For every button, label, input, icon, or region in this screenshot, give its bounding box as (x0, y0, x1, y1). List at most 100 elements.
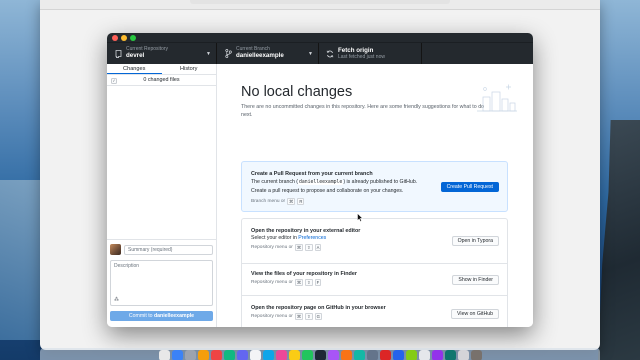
dock-app-icon[interactable] (236, 349, 248, 360)
pr-line1-pre: The current branch ( (251, 179, 298, 185)
dock-app-icon[interactable] (405, 349, 417, 360)
dock-app-icon[interactable] (418, 349, 430, 360)
commit-button[interactable]: Commit to danielleexample (110, 311, 213, 321)
dock-app-icon[interactable] (210, 349, 222, 360)
dock-app-icon[interactable] (340, 349, 352, 360)
current-repository-button[interactable]: Current Repository devrel ▼ (107, 43, 217, 64)
key-g: G (314, 313, 322, 320)
dock-trash-icon[interactable] (470, 349, 482, 360)
browser-address-bar[interactable] (190, 0, 450, 4)
editor-shortcut-label: Repository menu or (251, 244, 293, 250)
changed-files-header: ✓ 0 changed files (107, 75, 216, 86)
page-title: No local changes (241, 84, 353, 100)
dock-app-icon[interactable] (392, 349, 404, 360)
chevron-down-icon: ▼ (206, 51, 211, 57)
shift-key-icon: ⇧ (305, 279, 313, 286)
changed-files-count: 0 changed files (143, 77, 180, 83)
pr-line2: Create a pull request to propose and col… (251, 188, 404, 194)
app-toolbar: Current Repository devrel ▼ Current Bran… (107, 42, 533, 64)
dock-app-icon[interactable] (301, 349, 313, 360)
create-pull-request-card: Create a Pull Request from your current … (241, 161, 508, 212)
current-branch-button[interactable]: Current Branch danielleexample ▼ (217, 43, 319, 64)
pr-line1-post: ) is already published to GitHub. (343, 179, 418, 185)
avatar (110, 244, 121, 255)
branch-name: danielleexample (236, 52, 284, 60)
dock-app-icon[interactable] (197, 349, 209, 360)
dock-app-icon[interactable] (457, 349, 469, 360)
show-in-finder-button[interactable]: Show in Finder (452, 275, 499, 285)
editor-text: Select your editor in (251, 235, 299, 241)
open-in-typora-button[interactable]: Open in Typora (451, 236, 499, 246)
dock-app-icon[interactable] (379, 349, 391, 360)
fetch-status: Last fetched just now (338, 54, 385, 61)
dock-app-icon[interactable] (327, 349, 339, 360)
dock-app-icon[interactable] (275, 349, 287, 360)
minimize-window-button[interactable] (121, 34, 127, 41)
command-key-icon: ⌘ (294, 279, 304, 286)
view-github-row: Open the repository page on GitHub in yo… (251, 305, 386, 320)
chevron-down-icon: ▼ (308, 51, 313, 57)
command-key-icon: ⌘ (294, 244, 304, 251)
sync-icon (324, 50, 336, 58)
select-all-checkbox[interactable]: ✓ (111, 77, 117, 84)
commit-prefix: Commit to (128, 313, 154, 319)
zoom-window-button[interactable] (130, 34, 136, 41)
dock-app-icon[interactable] (288, 349, 300, 360)
divider (242, 295, 507, 296)
fetch-title: Fetch origin (338, 46, 374, 54)
dock-app-icon[interactable] (314, 349, 326, 360)
github-desktop-window: Current Repository devrel ▼ Current Bran… (107, 33, 533, 327)
tab-changes[interactable]: Changes (107, 64, 162, 74)
close-window-button[interactable] (112, 34, 118, 41)
no-changes-view: No local changes There are no uncommitte… (217, 64, 533, 327)
title-bar (107, 33, 533, 42)
cityscape-illustration-icon (477, 84, 517, 112)
preferences-link[interactable]: Preferences (298, 235, 326, 241)
view-on-github-button[interactable]: View on GitHub (451, 309, 499, 319)
description-placeholder: Description (114, 263, 140, 269)
dock-app-icon[interactable] (431, 349, 443, 360)
dock-app-icon[interactable] (158, 349, 170, 360)
dock-app-icon[interactable] (184, 349, 196, 360)
key-f: F (314, 279, 322, 286)
fetch-origin-button[interactable]: Fetch origin Last fetched just now (319, 43, 422, 64)
dock-app-icon[interactable] (249, 349, 261, 360)
summary-input[interactable]: Summary (required) (124, 244, 213, 255)
github-shortcut-label: Repository menu or (251, 313, 293, 319)
dock-app-icon[interactable] (223, 349, 235, 360)
show-finder-row: View the files of your repository in Fin… (251, 271, 357, 286)
finder-title: View the files of your repository in Fin… (251, 271, 357, 277)
dock-app-icon[interactable] (444, 349, 456, 360)
key-r: R (297, 198, 305, 205)
shift-key-icon: ⇧ (305, 244, 313, 251)
shift-key-icon: ⇧ (305, 313, 313, 320)
dock-app-icon[interactable] (171, 349, 183, 360)
pull-request-title: Create a Pull Request from your current … (251, 171, 373, 177)
repo-icon (112, 49, 124, 58)
pr-shortcut-label: Branch menu or (251, 198, 286, 204)
open-editor-row: Open the repository in your external edi… (251, 228, 360, 251)
divider (242, 263, 507, 264)
key-a: A (314, 244, 322, 251)
github-title: Open the repository page on GitHub in yo… (251, 305, 386, 311)
create-pull-request-button[interactable]: Create Pull Request (440, 182, 499, 192)
command-key-icon: ⌘ (294, 313, 304, 320)
tab-history[interactable]: History (162, 64, 217, 74)
description-field[interactable]: Description ⁂ (110, 260, 213, 306)
sidebar-tabs: Changes History (107, 64, 216, 75)
command-key-icon: ⌘ (287, 198, 296, 205)
dock-app-icon[interactable] (353, 349, 365, 360)
add-coauthor-icon[interactable]: ⁂ (114, 297, 119, 303)
dock (40, 348, 600, 360)
window-controls (112, 34, 136, 41)
finder-shortcut-label: Repository menu or (251, 279, 293, 285)
dock-app-icon[interactable] (366, 349, 378, 360)
suggestions-card: Open the repository in your external edi… (241, 218, 508, 327)
page-description: There are no uncommitted changes in this… (241, 104, 485, 118)
repository-name: devrel (126, 52, 145, 60)
desktop-rocks (598, 120, 640, 360)
mouse-cursor-icon (357, 213, 363, 222)
changes-sidebar: Changes History ✓ 0 changed files Summar… (107, 64, 217, 327)
branch-icon (222, 49, 234, 58)
dock-app-icon[interactable] (262, 349, 274, 360)
